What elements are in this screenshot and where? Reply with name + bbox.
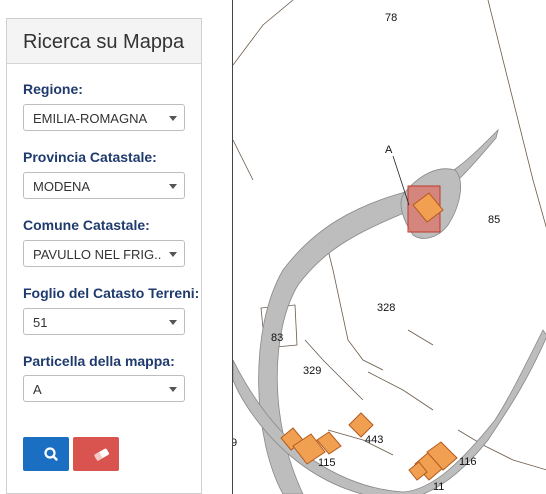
clear-button[interactable]: [73, 437, 119, 471]
particella-value: A: [33, 382, 42, 397]
parcel-label: 85: [488, 214, 500, 226]
comune-select[interactable]: PAVULLO NEL FRIG...: [23, 240, 185, 267]
cadastral-map[interactable]: 78 85 328 83 329 443 115 116 A 11 9: [232, 0, 546, 494]
search-panel: Ricerca su Mappa Regione: EMILIA-ROMAGNA…: [6, 18, 202, 494]
chevron-down-icon: [169, 252, 177, 257]
comune-label: Comune Catastale:: [23, 217, 150, 233]
parcel-label: 83: [271, 332, 283, 344]
regione-value: EMILIA-ROMAGNA: [33, 111, 148, 126]
buildings: [280, 412, 458, 481]
comune-value: PAVULLO NEL FRIG...: [33, 247, 161, 262]
parcel-boundaries: [233, 0, 546, 471]
eraser-icon: [94, 448, 110, 461]
particella-select[interactable]: A: [23, 375, 185, 402]
search-icon: [44, 447, 58, 461]
parcel-label: 11: [433, 481, 444, 493]
foglio-value: 51: [33, 315, 48, 330]
regione-select[interactable]: EMILIA-ROMAGNA: [23, 104, 185, 131]
chevron-down-icon: [169, 184, 177, 189]
foglio-label: Foglio del Catasto Terreni:: [23, 285, 200, 301]
regione-label: Regione:: [23, 81, 83, 97]
parcel-label: A: [385, 144, 393, 156]
chevron-down-icon: [169, 320, 177, 325]
panel-title: Ricerca su Mappa: [23, 31, 185, 53]
chevron-down-icon: [169, 387, 177, 392]
parcel-label: 9: [233, 437, 237, 449]
parcel-label: 115: [318, 457, 336, 469]
chevron-down-icon: [169, 116, 177, 121]
search-button[interactable]: [23, 437, 69, 471]
parcel-label: 78: [385, 12, 397, 24]
parcel-label: 328: [377, 302, 395, 314]
parcel-label: 329: [303, 365, 321, 377]
provincia-label: Provincia Catastale:: [23, 149, 157, 165]
parcel-label: 443: [365, 434, 383, 446]
parcel-label: 116: [459, 456, 477, 468]
particella-label: Particella della mappa:: [23, 353, 175, 369]
map-canvas[interactable]: 78 85 328 83 329 443 115 116 A 11 9: [233, 0, 546, 494]
provincia-value: MODENA: [33, 179, 91, 194]
provincia-select[interactable]: MODENA: [23, 172, 185, 199]
foglio-select[interactable]: 51: [23, 308, 185, 335]
